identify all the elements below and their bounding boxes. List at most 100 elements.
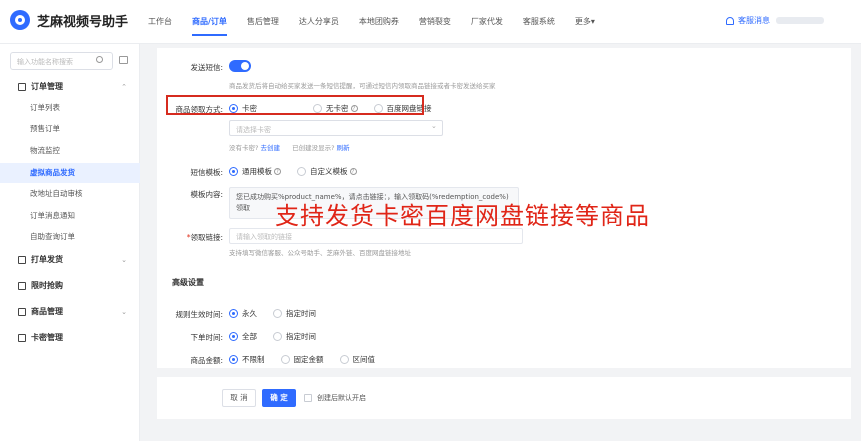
receive-link-label: *领取链接: <box>186 233 223 242</box>
order-time-label: 下单时间: <box>190 333 223 342</box>
overlay-annotation: 支持发货卡密百度网盘链接等商品 <box>275 202 650 230</box>
chevron-down-icon: ⌄ <box>431 122 437 130</box>
radio-general-template[interactable]: 通用模板? <box>229 166 281 177</box>
refresh-link[interactable]: 刷新 <box>337 144 350 152</box>
search-icon[interactable] <box>96 56 103 63</box>
card-help-row: 没有卡密? 去创建 已创建没显示? 刷新 <box>229 142 350 152</box>
account-name-blurred <box>776 17 824 24</box>
confirm-button[interactable]: 确 定 <box>262 389 296 407</box>
menu-group-label: 打单发货 <box>31 255 63 264</box>
radio-dot <box>297 167 306 176</box>
app-logo[interactable]: 芝麻视频号助手 <box>10 10 128 30</box>
highlight-box <box>166 95 424 115</box>
radio-label: 通用模板 <box>242 167 272 176</box>
nav-workbench[interactable]: 工作台 <box>138 0 182 44</box>
radio-label: 全部 <box>242 332 257 341</box>
radio-range[interactable]: 区间值 <box>339 354 376 365</box>
customer-messages[interactable]: 客服消息 <box>726 15 824 26</box>
tag-icon <box>18 308 26 316</box>
amount-label: 商品金额: <box>190 356 223 365</box>
nav-products-orders[interactable]: 商品/订单 <box>182 0 237 44</box>
card-icon <box>18 334 26 342</box>
amount-options: 不限制 固定金额 区间值 <box>229 354 391 365</box>
menu-group-label: 卡密管理 <box>31 333 63 342</box>
logo-icon <box>10 10 30 30</box>
sidebar-item-address-review[interactable]: 改地址自动审核 <box>0 184 140 204</box>
form-footer: 取 消 确 定 创建后默认开启 <box>157 377 851 419</box>
sidebar-item-order-list[interactable]: 订单列表 <box>0 98 140 118</box>
nav-customer-service[interactable]: 客服系统 <box>513 0 565 44</box>
radio-label: 永久 <box>242 309 257 318</box>
rule-time-options: 永久 指定时间 <box>229 308 332 319</box>
nav-dropship[interactable]: 厂家代发 <box>461 0 513 44</box>
nav-local-group[interactable]: 本地团购券 <box>349 0 409 44</box>
chevron-down-icon: ⌄ <box>121 256 127 264</box>
sidebar: 输入功能名称搜索 订单管理 ⌃ 订单列表 预售订单 物流监控 虚拟商品发货 改地… <box>0 44 140 441</box>
nav-more[interactable]: 更多▾ <box>565 0 605 44</box>
radio-unlimited[interactable]: 不限制 <box>229 354 265 365</box>
template-content-label: 模板内容: <box>190 190 223 199</box>
chevron-down-icon: ⌄ <box>121 308 127 316</box>
menu-group-label: 商品管理 <box>31 307 63 316</box>
sidebar-item-logistics[interactable]: 物流监控 <box>0 141 140 161</box>
receive-link-text: 领取链接: <box>190 233 223 242</box>
menu-group-print-ship[interactable]: 打单发货 ⌄ <box>0 249 140 271</box>
menu-group-card-keys[interactable]: 卡密管理 <box>0 327 140 349</box>
help-icon: ? <box>349 168 357 175</box>
menu-group-label: 订单管理 <box>31 82 63 91</box>
radio-fixed-amount[interactable]: 固定金额 <box>280 354 324 365</box>
collapse-menu-icon[interactable] <box>119 56 128 64</box>
radio-dot <box>229 332 238 341</box>
sms-toggle[interactable] <box>229 60 251 72</box>
no-card-text: 没有卡密? <box>229 144 259 152</box>
menu-group-orders[interactable]: 订单管理 ⌃ <box>0 76 140 98</box>
sidebar-item-order-notify[interactable]: 订单消息通知 <box>0 206 140 226</box>
advanced-settings-title: 高级设置 <box>172 278 204 287</box>
truck-icon <box>18 256 26 264</box>
sidebar-item-presale[interactable]: 预售订单 <box>0 119 140 139</box>
sidebar-item-self-query[interactable]: 自助查询订单 <box>0 227 140 247</box>
radio-dot <box>229 355 238 364</box>
menu-group-products[interactable]: 商品管理 ⌄ <box>0 301 140 323</box>
clock-icon <box>18 282 26 290</box>
nav-influencer[interactable]: 达人分享员 <box>289 0 349 44</box>
radio-label: 固定金额 <box>293 355 324 364</box>
app-root: 芝麻视频号助手 工作台 商品/订单 售后管理 达人分享员 本地团购券 营销裂变 … <box>0 0 861 441</box>
default-enable-checkbox[interactable] <box>304 394 312 402</box>
radio-label: 自定义模板 <box>310 167 348 176</box>
nav-after-sales[interactable]: 售后管理 <box>237 0 289 44</box>
radio-permanent[interactable]: 永久 <box>229 308 257 319</box>
radio-rule-specified-time[interactable]: 指定时间 <box>273 308 316 319</box>
create-card-link[interactable]: 去创建 <box>261 144 281 152</box>
default-enable-label: 创建后默认开启 <box>317 394 366 402</box>
radio-label: 指定时间 <box>286 332 316 341</box>
nav-marketing[interactable]: 营销裂变 <box>409 0 461 44</box>
radio-label: 区间值 <box>352 355 376 364</box>
menu-group-flash-sale[interactable]: 限时抢购 <box>0 275 140 297</box>
radio-dot <box>339 355 349 364</box>
chevron-up-icon: ⌃ <box>121 83 127 91</box>
card-key-select[interactable]: 请选择卡密 <box>229 120 443 136</box>
radio-all[interactable]: 全部 <box>229 331 257 342</box>
radio-dot <box>273 332 282 341</box>
messages-label: 客服消息 <box>738 16 770 25</box>
cancel-button[interactable]: 取 消 <box>222 389 256 407</box>
radio-custom-template[interactable]: 自定义模板? <box>297 166 357 177</box>
top-nav: 工作台 商品/订单 售后管理 达人分享员 本地团购券 营销裂变 厂家代发 客服系… <box>138 0 605 44</box>
radio-order-specified-time[interactable]: 指定时间 <box>273 331 316 342</box>
created-text: 已创建没显示? <box>292 144 335 152</box>
top-header: 芝麻视频号助手 工作台 商品/订单 售后管理 达人分享员 本地团购券 营销裂变 … <box>0 0 861 44</box>
sms-hint: 商品发货后将自动给买家发送一条短信提醒，可通过短信内领取商品链接或者卡密发送给买… <box>229 82 496 90</box>
sms-template-options: 通用模板? 自定义模板? <box>229 166 373 177</box>
help-icon: ? <box>274 168 281 175</box>
receive-link-hint: 支持填写微信客服、公众号助手、芝麻外链、百度网盘链接地址 <box>229 249 411 257</box>
radio-dot <box>229 167 238 176</box>
order-time-options: 全部 指定时间 <box>229 331 332 342</box>
orders-icon <box>18 83 26 91</box>
menu-group-label: 限时抢购 <box>31 281 63 290</box>
app-title: 芝麻视频号助手 <box>37 14 129 30</box>
radio-label: 不限制 <box>242 355 265 364</box>
radio-dot <box>229 309 238 318</box>
radio-dot <box>273 309 282 318</box>
sidebar-item-virtual-delivery[interactable]: 虚拟商品发货 <box>0 163 140 183</box>
